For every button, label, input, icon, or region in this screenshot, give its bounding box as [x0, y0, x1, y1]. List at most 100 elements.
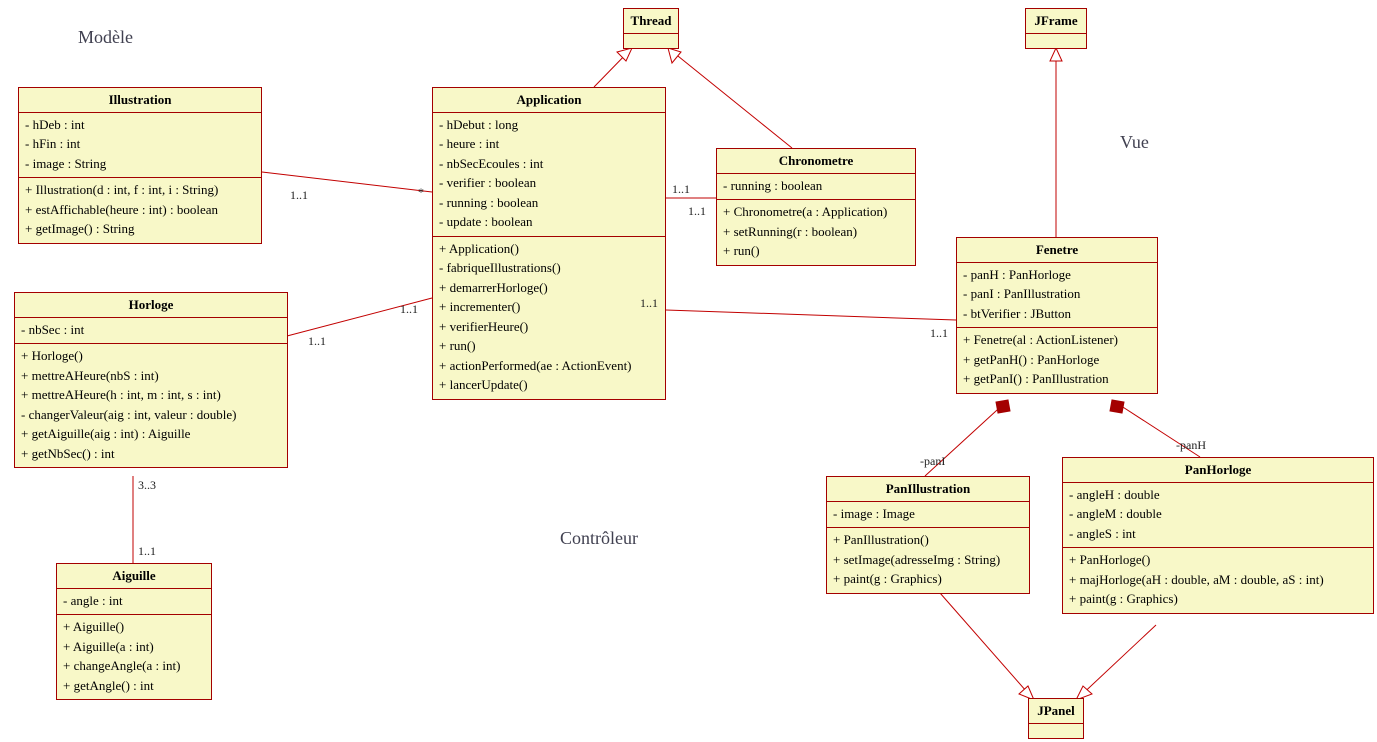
- op-row: - changerValeur(aig : int, valeur : doub…: [21, 405, 281, 425]
- attr-row: - btVerifier : JButton: [963, 304, 1151, 324]
- multiplicity-label: 3..3: [138, 478, 156, 493]
- section-label-vue: Vue: [1120, 132, 1149, 153]
- class-attrs: - hDebut : long - heure : int - nbSecEco…: [433, 113, 665, 237]
- class-ops: + Aiguille() + Aiguille(a : int) + chang…: [57, 615, 211, 699]
- attr-row: - angleH : double: [1069, 485, 1367, 505]
- attr-row: - angleM : double: [1069, 504, 1367, 524]
- attrs-empty: [624, 34, 678, 48]
- op-row: + getNbSec() : int: [21, 444, 281, 464]
- op-row: + Illustration(d : int, f : int, i : Str…: [25, 180, 255, 200]
- multiplicity-label: 1..1: [688, 204, 706, 219]
- class-ops: + Fenetre(al : ActionListener) + getPanH…: [957, 328, 1157, 393]
- attrs-empty: [1029, 724, 1083, 738]
- op-row: + Aiguille(a : int): [63, 637, 205, 657]
- attr-row: - nbSecEcoules : int: [439, 154, 659, 174]
- op-row: + majHorloge(aH : double, aM : double, a…: [1069, 570, 1367, 590]
- class-thread: Thread: [623, 8, 679, 49]
- op-row: + Fenetre(al : ActionListener): [963, 330, 1151, 350]
- role-label-pani: -panI: [920, 454, 945, 469]
- op-row: + getPanH() : PanHorloge: [963, 350, 1151, 370]
- class-title: Thread: [624, 9, 678, 34]
- class-application: Application - hDebut : long - heure : in…: [432, 87, 666, 400]
- attrs-empty: [1026, 34, 1086, 48]
- op-row: + paint(g : Graphics): [833, 569, 1023, 589]
- op-row: + demarrerHorloge(): [439, 278, 659, 298]
- multiplicity-label: 1..1: [672, 182, 690, 197]
- class-attrs: - hDeb : int - hFin : int - image : Stri…: [19, 113, 261, 179]
- op-row: + lancerUpdate(): [439, 375, 659, 395]
- class-panillustration: PanIllustration - image : Image + PanIll…: [826, 476, 1030, 594]
- op-row: + getPanI() : PanIllustration: [963, 369, 1151, 389]
- op-row: + PanHorloge(): [1069, 550, 1367, 570]
- class-attrs: - running : boolean: [717, 174, 915, 201]
- class-title: Fenetre: [957, 238, 1157, 263]
- attr-row: - heure : int: [439, 134, 659, 154]
- op-row: + run(): [723, 241, 909, 261]
- attr-row: - verifier : boolean: [439, 173, 659, 193]
- class-title: Aiguille: [57, 564, 211, 589]
- attr-row: - update : boolean: [439, 212, 659, 232]
- class-attrs: - angleH : double - angleM : double - an…: [1063, 483, 1373, 549]
- class-title: Horloge: [15, 293, 287, 318]
- attr-row: - hFin : int: [25, 134, 255, 154]
- multiplicity-label: 1..1: [290, 188, 308, 203]
- class-illustration: Illustration - hDeb : int - hFin : int -…: [18, 87, 262, 244]
- role-label-panh: -panH: [1176, 438, 1206, 453]
- op-row: + Aiguille(): [63, 617, 205, 637]
- op-row: + PanIllustration(): [833, 530, 1023, 550]
- op-row: + mettreAHeure(nbS : int): [21, 366, 281, 386]
- op-row: + setImage(adresseImg : String): [833, 550, 1023, 570]
- op-row: + changeAngle(a : int): [63, 656, 205, 676]
- op-row: + setRunning(r : boolean): [723, 222, 909, 242]
- op-row: + Application(): [439, 239, 659, 259]
- multiplicity-label: 1..1: [640, 296, 658, 311]
- op-row: + paint(g : Graphics): [1069, 589, 1367, 609]
- class-title: PanHorloge: [1063, 458, 1373, 483]
- multiplicity-label: 1..1: [308, 334, 326, 349]
- class-title: Application: [433, 88, 665, 113]
- class-attrs: - nbSec : int: [15, 318, 287, 345]
- multiplicity-label: 1..1: [138, 544, 156, 559]
- class-panhorloge: PanHorloge - angleH : double - angleM : …: [1062, 457, 1374, 614]
- class-chronometre: Chronometre - running : boolean + Chrono…: [716, 148, 916, 266]
- class-aiguille: Aiguille - angle : int + Aiguille() + Ai…: [56, 563, 212, 700]
- op-row: + actionPerformed(ae : ActionEvent): [439, 356, 659, 376]
- attr-row: - angleS : int: [1069, 524, 1367, 544]
- class-title: Illustration: [19, 88, 261, 113]
- attr-row: - angle : int: [63, 591, 205, 611]
- attr-row: - running : boolean: [439, 193, 659, 213]
- class-attrs: - angle : int: [57, 589, 211, 616]
- class-title: JFrame: [1026, 9, 1086, 34]
- op-row: + mettreAHeure(h : int, m : int, s : int…: [21, 385, 281, 405]
- class-ops: + Chronometre(a : Application) + setRunn…: [717, 200, 915, 265]
- attr-row: - image : Image: [833, 504, 1023, 524]
- multiplicity-label: 1..1: [930, 326, 948, 341]
- op-row: - fabriqueIllustrations(): [439, 258, 659, 278]
- attr-row: - hDebut : long: [439, 115, 659, 135]
- op-row: + Horloge(): [21, 346, 281, 366]
- class-attrs: - panH : PanHorloge - panI : PanIllustra…: [957, 263, 1157, 329]
- op-row: + getAngle() : int: [63, 676, 205, 696]
- class-ops: + Horloge() + mettreAHeure(nbS : int) + …: [15, 344, 287, 467]
- attr-row: - panI : PanIllustration: [963, 284, 1151, 304]
- op-row: + estAffichable(heure : int) : boolean: [25, 200, 255, 220]
- op-row: + incrementer(): [439, 297, 659, 317]
- attr-row: - hDeb : int: [25, 115, 255, 135]
- attr-row: - nbSec : int: [21, 320, 281, 340]
- op-row: + run(): [439, 336, 659, 356]
- class-jframe: JFrame: [1025, 8, 1087, 49]
- class-jpanel: JPanel: [1028, 698, 1084, 739]
- attr-row: - running : boolean: [723, 176, 909, 196]
- class-title: Chronometre: [717, 149, 915, 174]
- multiplicity-label: *: [418, 185, 424, 200]
- class-title: PanIllustration: [827, 477, 1029, 502]
- class-attrs: - image : Image: [827, 502, 1029, 529]
- section-label-modele: Modèle: [78, 27, 133, 48]
- op-row: + getAiguille(aig : int) : Aiguille: [21, 424, 281, 444]
- class-ops: + PanIllustration() + setImage(adresseIm…: [827, 528, 1029, 593]
- multiplicity-label: 1..1: [400, 302, 418, 317]
- class-title: JPanel: [1029, 699, 1083, 724]
- op-row: + Chronometre(a : Application): [723, 202, 909, 222]
- op-row: + verifierHeure(): [439, 317, 659, 337]
- class-ops: + Illustration(d : int, f : int, i : Str…: [19, 178, 261, 243]
